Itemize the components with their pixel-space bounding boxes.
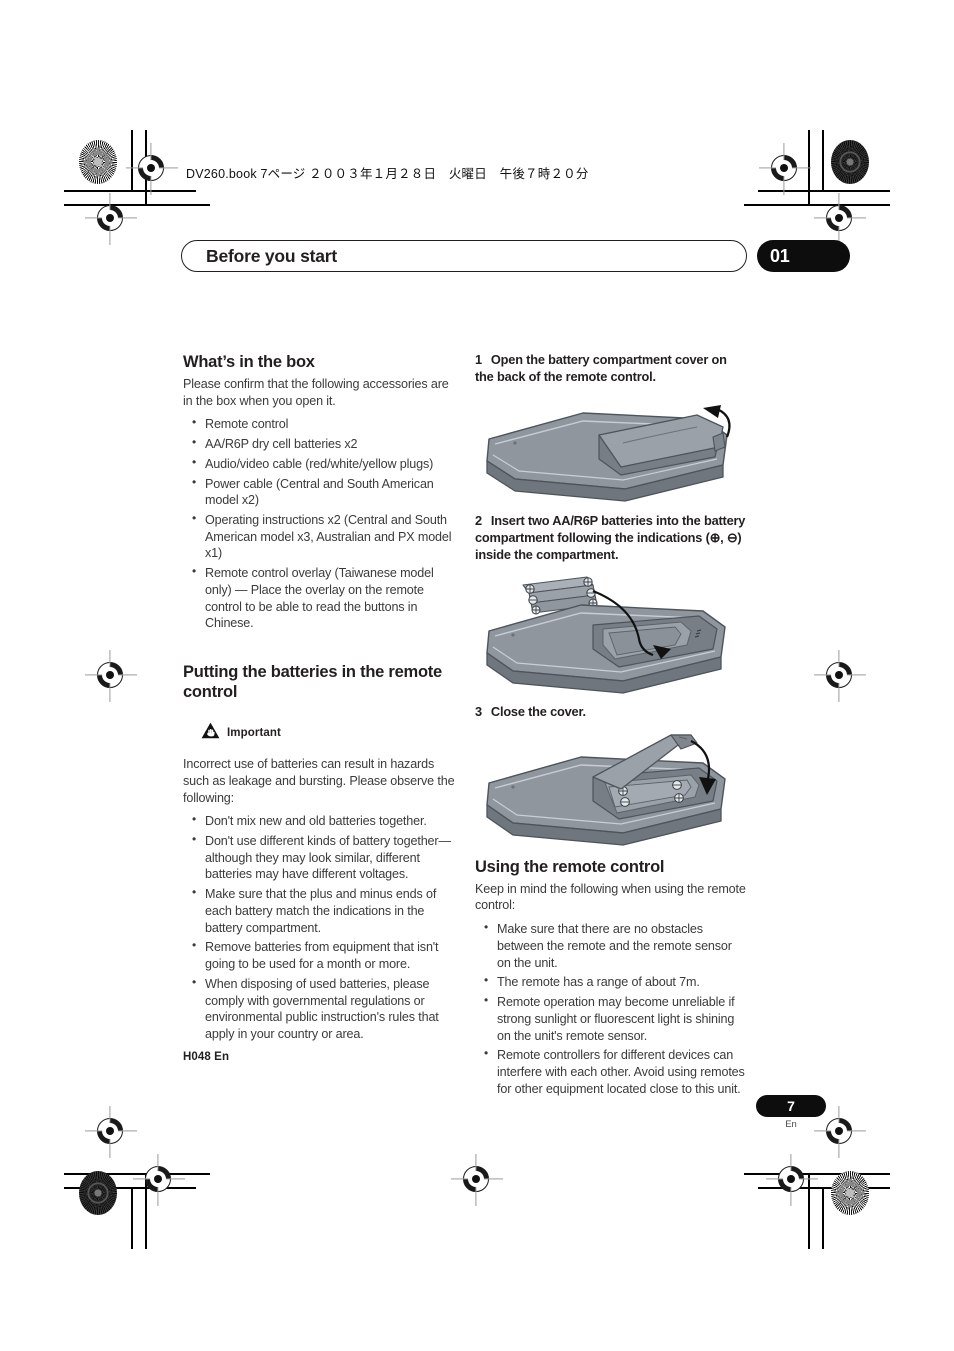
step-1-number: 1 (475, 352, 482, 367)
step-2-number: 2 (475, 513, 482, 529)
list-item: Power cable (Central and South American … (183, 475, 455, 509)
registration-crosshair-bottom-center (463, 1166, 489, 1192)
registration-crosshair-upper-right (826, 205, 852, 231)
list-item: Remove batteries from equipment that isn… (183, 938, 455, 972)
right-column: 1 Open the battery compartment cover on t… (475, 352, 747, 1105)
registration-crosshair-bottom-left (145, 1166, 171, 1192)
heading-putting-the-batteries: Putting the batteries in the remote cont… (183, 663, 442, 702)
step-1-instruction: Open the battery compartment cover on th… (475, 352, 727, 384)
page-title: Before you start (206, 245, 337, 266)
list-item: When disposing of used batteries, please… (183, 975, 455, 1043)
registration-crosshair-top-right (771, 155, 797, 181)
registration-crosshair-mid-left (97, 662, 123, 688)
registration-crosshair-top-left (138, 155, 164, 181)
list-item: AA/R6P dry cell batteries x2 (183, 435, 455, 453)
crop-mark-top-right-v (822, 130, 824, 190)
remote-close-cover-illustration (486, 734, 726, 846)
registration-starburst-top-right (831, 140, 869, 184)
registration-crosshair-lower-right (826, 1118, 852, 1144)
crop-mark-top-left-h2 (64, 204, 210, 206)
crop-mark-top-left-v (131, 130, 133, 190)
whats-in-the-box-intro: Please confirm that the following access… (183, 377, 449, 408)
crop-mark-bottom-right-v2 (808, 1173, 810, 1249)
crop-mark-top-right-h (758, 190, 890, 192)
remote-insert-batteries-illustration (486, 576, 726, 694)
registration-starburst-bottom-right (831, 1171, 869, 1215)
crop-mark-bottom-left-v (131, 1187, 133, 1249)
registration-starburst-bottom-left (79, 1171, 117, 1215)
page-language-code: En (785, 1119, 797, 1130)
warning-triangle-hand-icon (201, 722, 220, 744)
step-3-text: 3 Close the cover. (475, 704, 747, 721)
registration-starburst-top-left (79, 140, 117, 184)
battery-warning-list: Don't mix new and old batteries together… (183, 812, 455, 1043)
step-2-instruction: Insert two AA/R6P batteries into the bat… (475, 513, 746, 562)
step-3-instruction: Close the cover. (490, 704, 586, 720)
step-1-text: 1 Open the battery compartment cover on t… (475, 352, 747, 385)
print-job-meta: DV260.book 7ページ ２００３年１月２８日 火曜日 午後７時２０分 (186, 167, 589, 181)
list-item: Audio/video cable (red/white/yellow plug… (183, 455, 455, 473)
registration-crosshair-upper-left (97, 205, 123, 231)
list-item: Remote control overlay (Taiwanese model … (183, 564, 455, 632)
registration-crosshair-lower-left (97, 1118, 123, 1144)
important-label: Important (227, 727, 281, 740)
registration-crosshair-bottom-right (778, 1166, 804, 1192)
left-column: What’s in the box Please confirm that th… (183, 352, 455, 1063)
chapter-header-bar: Before you start (181, 240, 747, 272)
remote-open-cover-illustration (486, 405, 731, 502)
important-notice: Important (201, 722, 455, 744)
whats-in-the-box-list: Remote control AA/R6P dry cell batteries… (183, 415, 455, 632)
heading-whats-in-the-box: What’s in the box (183, 353, 315, 371)
page-number-block: 7 En (756, 1095, 826, 1130)
step-3-number: 3 (475, 704, 482, 720)
step-2-text: 2 Insert two AA/R6P batteries into the ba… (475, 513, 747, 563)
chapter-number-badge: 01 (757, 240, 850, 272)
heading-using-the-remote-control: Using the remote control (475, 857, 665, 876)
crop-mark-bottom-right-v (822, 1187, 824, 1249)
list-item: Remote control (183, 415, 455, 433)
crop-mark-top-left-h (64, 190, 196, 192)
list-item: Remote controllers for different devices… (475, 1046, 747, 1097)
list-item: Remote operation may become unreliable i… (475, 993, 747, 1044)
list-item: Don't use different kinds of battery tog… (183, 832, 455, 883)
using-remote-intro: Keep in mind the following when using th… (475, 881, 746, 913)
list-item: The remote has a range of about 7m. (475, 973, 747, 991)
registration-crosshair-mid-right (826, 662, 852, 688)
list-item: Make sure that there are no obstacles be… (475, 920, 747, 971)
using-remote-list: Make sure that there are no obstacles be… (475, 920, 747, 1097)
page-number-badge: 7 (756, 1095, 826, 1117)
battery-warning-intro: Incorrect use of batteries can result in… (183, 757, 455, 805)
list-item: Operating instructions x2 (Central and S… (183, 511, 455, 562)
list-item: Make sure that the plus and minus ends o… (183, 885, 455, 936)
document-code-note: H048 En (183, 1050, 230, 1063)
crop-mark-top-right-h2 (744, 204, 890, 206)
list-item: Don't mix new and old batteries together… (183, 812, 455, 830)
manual-page: DV260.book 7ページ ２００３年１月２８日 火曜日 午後７時２０分 B… (0, 0, 954, 1351)
